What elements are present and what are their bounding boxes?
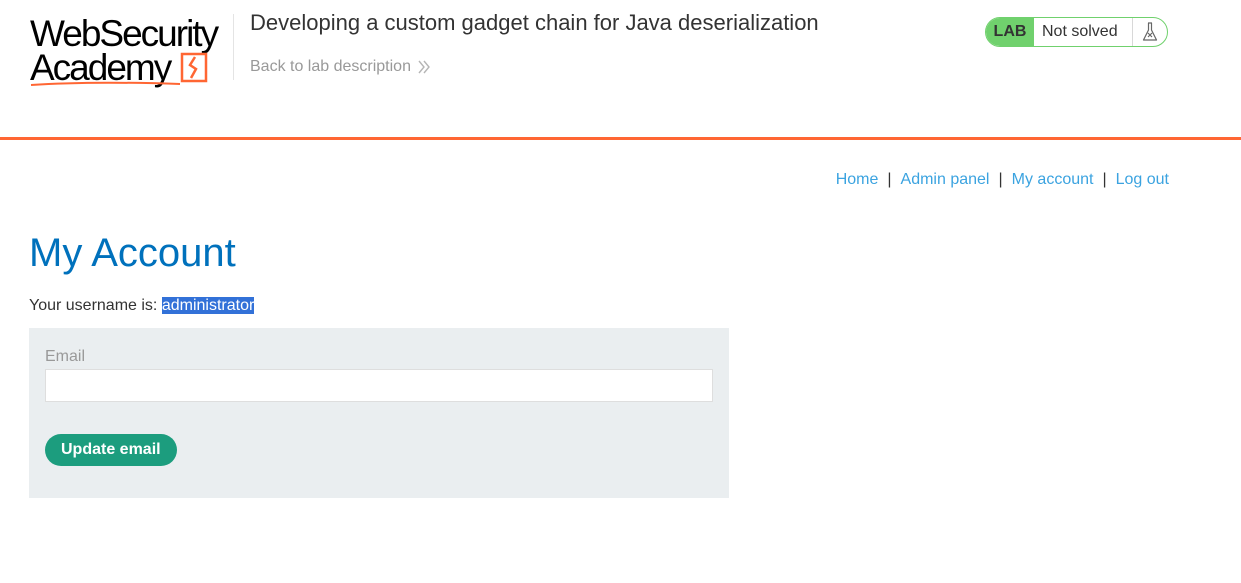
back-to-description-link[interactable]: Back to lab description	[250, 58, 430, 76]
nav-separator: |	[1102, 171, 1107, 188]
flask-icon	[1142, 22, 1158, 41]
logo-underline-icon	[30, 81, 181, 86]
lab-status-widget: LAB Not solved	[985, 17, 1168, 47]
lab-status-tag: LAB	[986, 18, 1034, 46]
double-chevron-right-icon	[418, 60, 430, 74]
email-input[interactable]	[45, 369, 713, 402]
username-label: Your username is:	[29, 297, 162, 314]
update-email-button[interactable]: Update email	[45, 434, 177, 466]
nav-my-account-link[interactable]: My account	[1012, 171, 1094, 188]
page: WebSecurity Academy Developing a custom …	[0, 0, 1241, 583]
email-label: Email	[45, 348, 86, 365]
page-title: My Account	[29, 231, 236, 275]
nav-separator: |	[887, 171, 892, 188]
lab-title: Developing a custom gadget chain for Jav…	[250, 10, 819, 35]
username-value: administrator	[161, 297, 255, 314]
header: WebSecurity Academy Developing a custom …	[0, 0, 1241, 137]
nav-home-link[interactable]: Home	[836, 171, 879, 188]
nav-log-out-link[interactable]: Log out	[1116, 171, 1169, 188]
header-divider	[233, 14, 234, 80]
lab-status-icon-box	[1132, 18, 1167, 46]
nav-admin-panel-link[interactable]: Admin panel	[901, 171, 990, 188]
nav-separator: |	[998, 171, 1003, 188]
header-orange-rule	[0, 137, 1241, 140]
lab-status-text: Not solved	[1042, 23, 1118, 40]
top-navigation: Home | Admin panel | My account | Log out	[836, 171, 1169, 189]
academy-logo[interactable]: WebSecurity Academy	[30, 14, 235, 90]
username-line: Your username is: administrator	[29, 297, 255, 315]
update-email-form: Email Update email	[29, 328, 729, 498]
back-link-label: Back to lab description	[250, 58, 411, 75]
